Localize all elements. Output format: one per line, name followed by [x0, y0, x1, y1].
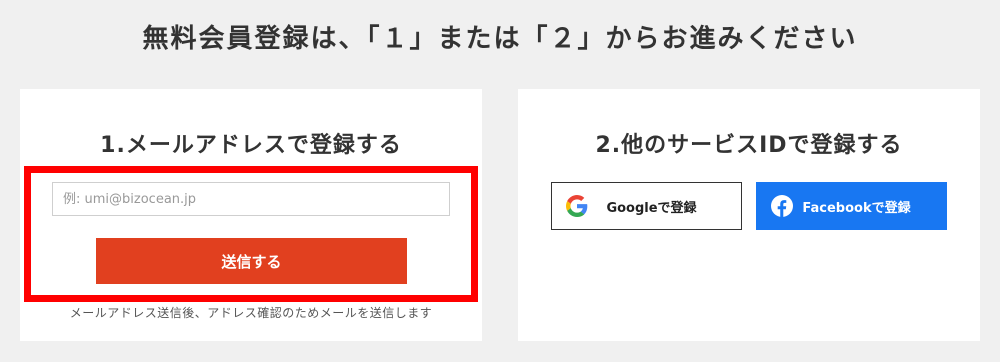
facebook-register-button[interactable]: Facebookで登録 [756, 182, 947, 230]
email-note: メールアドレス送信後、アドレス確認のためメールを送信します [69, 306, 433, 320]
page-title: 無料会員登録は、「１」または「２」からお進みください [142, 24, 858, 54]
facebook-f-icon [771, 195, 793, 217]
email-input[interactable] [52, 182, 450, 216]
sso-registration-card: 2.他のサービスIDで登録する Googleで登録 Facebookで登録 [518, 89, 980, 341]
submit-button[interactable]: 送信する [96, 238, 407, 284]
email-section-title: 1.メールアドレスで登録する [100, 133, 402, 158]
google-g-icon [566, 195, 588, 217]
email-registration-card: 1.メールアドレスで登録する 送信する メールアドレス送信後、アドレス確認のため… [20, 89, 482, 341]
sso-section-title: 2.他のサービスIDで登録する [595, 133, 903, 158]
google-register-button[interactable]: Googleで登録 [551, 182, 742, 230]
